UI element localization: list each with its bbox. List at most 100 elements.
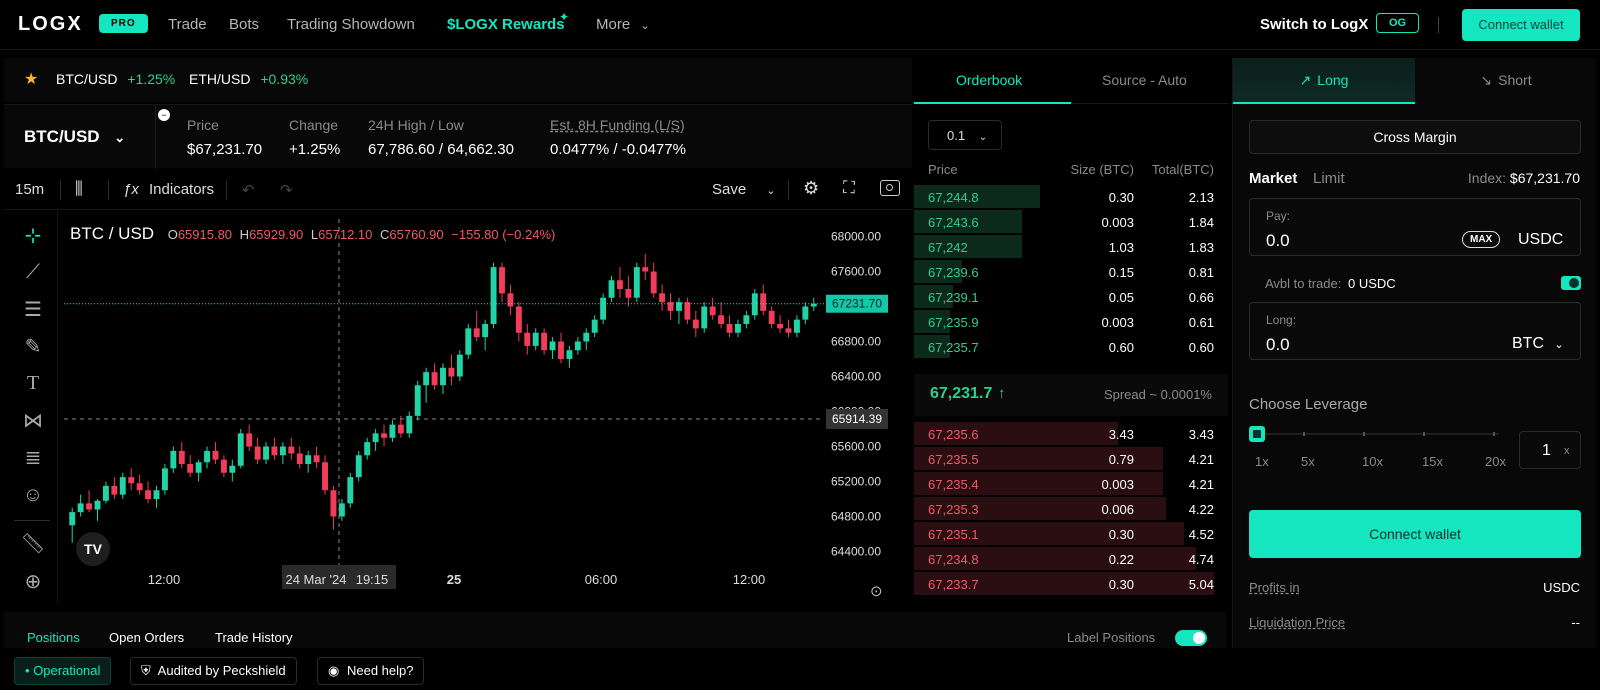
stat-label-funding[interactable]: Est. 8H Funding (L/S) xyxy=(550,117,685,133)
orderbook-bid-row[interactable]: 67,243.6 0.003 1.84 xyxy=(914,209,1228,234)
fullscreen-icon[interactable]: ⛶ xyxy=(843,178,855,198)
interval-selector[interactable]: 15m xyxy=(15,181,44,198)
orderbook-bid-row[interactable]: 67,235.7 0.60 0.60 xyxy=(914,334,1228,359)
label-positions-toggle[interactable] xyxy=(1175,630,1207,646)
pattern-icon[interactable]: ⋈ xyxy=(18,406,48,436)
time-axis-label: 12:00 xyxy=(733,572,766,587)
tab-source-auto[interactable]: Source - Auto xyxy=(1102,72,1187,88)
liquidation-price-label[interactable]: Liquidation Price xyxy=(1249,615,1345,630)
orderbook-bid-row[interactable]: 67,235.9 0.003 0.61 xyxy=(914,309,1228,334)
candle-body xyxy=(541,332,548,351)
tab-long-label: Long xyxy=(1317,72,1349,88)
orderbook-bid-row[interactable]: 67,242 1.03 1.83 xyxy=(914,234,1228,259)
order-type-limit[interactable]: Limit xyxy=(1313,170,1345,187)
long-token-selector[interactable]: BTC ⌄ xyxy=(1512,335,1564,353)
orderbook-bid-row[interactable]: 67,239.1 0.05 0.66 xyxy=(914,284,1228,309)
tab-positions[interactable]: Positions xyxy=(27,630,80,645)
zoom-in-icon[interactable]: ⊕ xyxy=(18,567,48,597)
connect-wallet-trade-button[interactable]: Connect wallet xyxy=(1249,510,1581,558)
price-chart[interactable]: 68000.0067600.0067200.0066800.0066400.00… xyxy=(4,211,912,604)
horizontal-lines-icon[interactable]: ☰ xyxy=(18,295,48,325)
leverage-mark-15x[interactable]: 15x xyxy=(1422,454,1443,469)
orderbook-ask-row[interactable]: 67,235.5 0.79 4.21 xyxy=(914,446,1228,471)
order-type-market[interactable]: Market xyxy=(1249,170,1297,187)
gear-icon[interactable]: ⚙ xyxy=(803,178,819,199)
indicators-button[interactable]: ƒx Indicators xyxy=(123,181,214,198)
ohlc-change: −155.80 (−0.24%) xyxy=(451,227,556,242)
time-settings-icon[interactable]: ⊙ xyxy=(870,582,883,600)
orderbook-ask-row[interactable]: 67,235.1 0.30 4.52 xyxy=(914,521,1228,546)
leverage-mark-10x[interactable]: 10x xyxy=(1362,454,1383,469)
redo-icon[interactable]: ↷ xyxy=(280,181,293,199)
tab-open-orders[interactable]: Open Orders xyxy=(109,630,184,645)
camera-icon[interactable] xyxy=(880,180,900,196)
operational-status-badge[interactable]: • Operational xyxy=(14,657,112,685)
logx-logo[interactable]: LOGX xyxy=(18,13,83,36)
collapse-icon[interactable]: − xyxy=(158,109,170,121)
orderbook-ask-row[interactable]: 67,234.8 0.22 4.74 xyxy=(914,546,1228,571)
orderbook-ask-row[interactable]: 67,233.7 0.30 5.04 xyxy=(914,571,1228,596)
ruler-icon[interactable]: 📏︎ xyxy=(18,529,48,559)
pair-selector[interactable]: BTC/USD ⌄ xyxy=(24,127,125,147)
avbl-toggle[interactable] xyxy=(1561,276,1581,290)
pay-input-box[interactable]: Pay: 0.0 MAX USDC xyxy=(1249,198,1581,256)
connect-wallet-button[interactable]: Connect wallet xyxy=(1462,9,1580,41)
pro-badge: PRO xyxy=(99,14,148,33)
emoji-icon[interactable]: ☺ xyxy=(18,480,48,510)
trend-line-icon[interactable]: ⟋ xyxy=(18,257,48,287)
text-tool-icon[interactable]: T xyxy=(18,368,48,398)
ob-total: 4.21 xyxy=(1188,452,1214,467)
leverage-input-box[interactable]: 1 x xyxy=(1519,431,1581,469)
tab-long[interactable]: ↗ Long xyxy=(1233,58,1415,104)
max-button[interactable]: MAX xyxy=(1462,231,1501,248)
nav-link-bots[interactable]: Bots xyxy=(229,16,259,33)
ticker-btc[interactable]: BTC/USD +1.25% xyxy=(56,71,175,87)
orderbook-ask-row[interactable]: 67,235.4 0.003 4.21 xyxy=(914,471,1228,496)
save-button[interactable]: Save ⌄ xyxy=(712,181,776,198)
ob-size: 0.05 xyxy=(1108,290,1134,305)
undo-icon[interactable]: ↶ xyxy=(242,181,255,199)
switch-to-logx-link[interactable]: Switch to LogX xyxy=(1260,16,1368,33)
ob-total: 4.52 xyxy=(1188,527,1214,542)
nav-link-trading-showdown[interactable]: Trading Showdown xyxy=(287,16,415,33)
leverage-slider[interactable] xyxy=(1249,426,1503,442)
brush-icon[interactable]: ✎ xyxy=(18,332,48,362)
tab-trade-history[interactable]: Trade History xyxy=(215,630,293,645)
nav-link-trade[interactable]: Trade xyxy=(168,16,207,33)
pay-amount-input[interactable]: 0.0 xyxy=(1266,231,1290,251)
candlestick-chart-svg[interactable]: 68000.0067600.0067200.0066800.0066400.00… xyxy=(4,211,912,604)
tick-size-selector[interactable]: 0.1 ⌄ xyxy=(928,120,1002,150)
orderbook-ask-row[interactable]: 67,235.6 3.43 3.43 xyxy=(914,421,1228,446)
star-icon[interactable]: ★ xyxy=(24,69,38,89)
candle-body xyxy=(650,271,657,294)
margin-mode-button[interactable]: Cross Margin xyxy=(1249,120,1581,154)
long-size-input[interactable]: 0.0 xyxy=(1266,335,1290,355)
candle-type-icon[interactable]: ⫼ xyxy=(75,179,83,199)
orderbook-ask-row[interactable]: 67,235.3 0.006 4.22 xyxy=(914,496,1228,521)
fib-icon[interactable]: ≣ xyxy=(18,443,48,473)
nav-more-menu[interactable]: More ⌄ xyxy=(596,16,650,33)
ticker-eth[interactable]: ETH/USD +0.93% xyxy=(189,71,308,87)
leverage-input[interactable]: 1 xyxy=(1542,442,1551,460)
tab-short[interactable]: ↘ Short xyxy=(1415,58,1597,104)
ob-price: 67,239.6 xyxy=(928,265,979,280)
audited-badge[interactable]: ⛨ Audited by Peckshield xyxy=(130,657,297,685)
orderbook-bid-row[interactable]: 67,244.8 0.30 2.13 xyxy=(914,184,1228,209)
tab-orderbook[interactable]: Orderbook xyxy=(956,72,1022,88)
orderbook-bid-row[interactable]: 67,239.6 0.15 0.81 xyxy=(914,259,1228,284)
candle-body xyxy=(709,306,716,316)
stat-value-high-low: 67,786.60 / 64,662.30 xyxy=(368,141,514,158)
leverage-mark-5x[interactable]: 5x xyxy=(1301,454,1315,469)
need-help-button[interactable]: ◉ Need help? xyxy=(317,657,425,685)
pay-token-selector[interactable]: USDC xyxy=(1518,231,1563,249)
leverage-mark-20x[interactable]: 20x xyxy=(1485,454,1506,469)
leverage-slider-handle[interactable] xyxy=(1249,426,1265,442)
ticker-change: +0.93% xyxy=(260,71,309,87)
long-size-input-box[interactable]: Long: 0.0 BTC ⌄ xyxy=(1249,302,1581,360)
og-badge[interactable]: OG xyxy=(1376,13,1420,33)
leverage-mark-1x[interactable]: 1x xyxy=(1255,454,1269,469)
nav-link-logx-rewards[interactable]: $LOGX Rewards xyxy=(447,16,565,33)
tradingview-logo-icon[interactable]: TV xyxy=(76,532,110,566)
profits-in-label[interactable]: Profits in xyxy=(1249,580,1300,595)
crosshair-icon[interactable]: ⊹ xyxy=(18,221,48,251)
